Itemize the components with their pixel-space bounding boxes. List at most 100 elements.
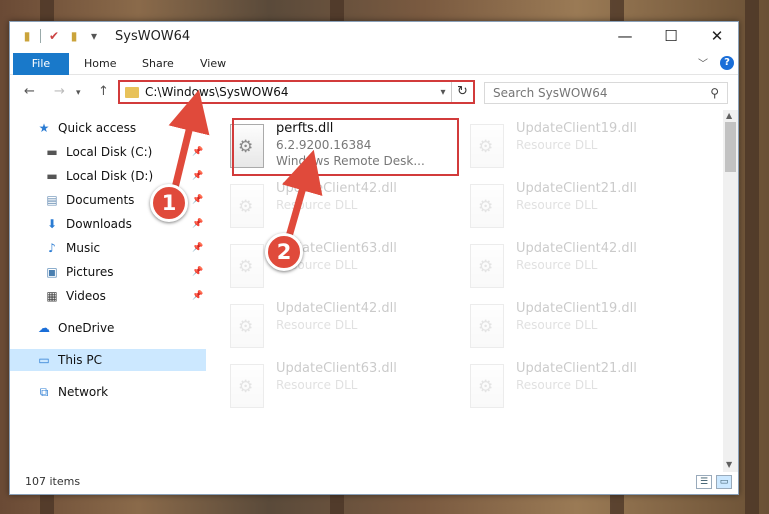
address-path[interactable]: C:\Windows\SysWOW64 bbox=[145, 85, 435, 99]
scrollbar-thumb[interactable] bbox=[725, 122, 736, 172]
file-name: UpdateClient42.dll bbox=[276, 181, 397, 196]
sidebar-item-quick-access[interactable]: ★ Quick access bbox=[10, 117, 206, 139]
music-icon: ♪ bbox=[48, 241, 56, 255]
minimize-button[interactable]: — bbox=[602, 22, 648, 50]
file-item[interactable]: UpdateClient42.dll Resource DLL bbox=[210, 178, 435, 236]
large-icons-view-icon[interactable]: ▭ bbox=[716, 475, 732, 489]
file-description: Resource DLL bbox=[516, 138, 598, 152]
tab-home[interactable]: Home bbox=[84, 53, 116, 75]
file-item[interactable]: UpdateClient21.dll Resource DLL bbox=[450, 358, 675, 416]
navigation-pane: ★ Quick access ▬ Local Disk (C:) 📌 ▬ Loc… bbox=[10, 117, 206, 472]
sidebar-item-pictures[interactable]: ▣ Pictures 📌 bbox=[10, 261, 206, 283]
details-view-icon[interactable]: ☰ bbox=[696, 475, 712, 489]
back-arrow-icon[interactable]: ← bbox=[24, 84, 35, 99]
sidebar-item-videos[interactable]: ▦ Videos 📌 bbox=[10, 285, 206, 307]
download-icon: ⬇ bbox=[46, 217, 58, 231]
file-description: Resource DLL bbox=[516, 198, 598, 212]
file-item[interactable]: UpdateClient63.dll Resource DLL bbox=[210, 238, 435, 296]
ribbon: File Home Share View ﹀ ? bbox=[10, 51, 738, 75]
ribbon-controls: ﹀ ? bbox=[698, 55, 734, 70]
sidebar-item-label: Pictures bbox=[66, 265, 114, 279]
file-description: Resource DLL bbox=[276, 318, 358, 332]
file-name: UpdateClient19.dll bbox=[516, 121, 637, 136]
sidebar-item-label: Documents bbox=[66, 193, 135, 207]
chevron-down-icon[interactable]: ▾ bbox=[435, 87, 451, 98]
file-item[interactable]: UpdateClient42.dll Resource DLL bbox=[450, 238, 675, 296]
quick-access-toolbar: ▮ ✔ ▮ ▾ bbox=[10, 29, 101, 43]
sidebar-item-this-pc[interactable]: ▭ This PC bbox=[10, 349, 206, 371]
close-button[interactable]: ✕ bbox=[694, 22, 738, 50]
properties-icon[interactable]: ✔ bbox=[47, 29, 61, 43]
expand-ribbon-icon[interactable]: ﹀ bbox=[698, 55, 708, 70]
file-item[interactable]: UpdateClient21.dll Resource DLL bbox=[450, 178, 675, 236]
recent-locations-icon[interactable]: ▾ bbox=[76, 88, 81, 98]
file-name: UpdateClient21.dll bbox=[516, 361, 637, 376]
status-bar: 107 items ☰ ▭ bbox=[10, 472, 738, 494]
dll-file-icon bbox=[470, 304, 504, 348]
network-icon: ⧉ bbox=[39, 385, 49, 399]
maximize-button[interactable]: ☐ bbox=[648, 22, 694, 50]
file-description: Resource DLL bbox=[516, 258, 598, 272]
address-bar[interactable]: C:\Windows\SysWOW64 ▾ ↻ bbox=[118, 80, 475, 104]
tab-file[interactable]: File bbox=[13, 53, 69, 75]
file-item[interactable]: UpdateClient42.dll Resource DLL bbox=[210, 298, 435, 356]
file-name: UpdateClient42.dll bbox=[276, 301, 397, 316]
sidebar-item-label: Music bbox=[66, 241, 101, 255]
new-folder-icon[interactable]: ▮ bbox=[67, 29, 81, 43]
file-name: UpdateClient42.dll bbox=[516, 241, 637, 256]
sidebar-item-label: OneDrive bbox=[58, 321, 115, 335]
sidebar-item-label: Videos bbox=[66, 289, 106, 303]
step-badge-1: 1 bbox=[150, 184, 188, 222]
sidebar-item-label: Local Disk (D:) bbox=[66, 169, 154, 183]
navigation-bar: ← → ▾ ↑ C:\Windows\SysWOW64 ▾ ↻ ⚲ bbox=[10, 77, 738, 109]
file-item[interactable]: UpdateClient19.dll Resource DLL bbox=[450, 298, 675, 356]
sidebar-item-label: Local Disk (C:) bbox=[66, 145, 153, 159]
videos-icon: ▦ bbox=[46, 289, 58, 303]
folder-icon bbox=[125, 86, 139, 98]
dll-file-icon bbox=[230, 304, 264, 348]
sidebar-item-local-disk-c[interactable]: ▬ Local Disk (C:) 📌 bbox=[10, 141, 206, 163]
up-arrow-icon[interactable]: ↑ bbox=[98, 84, 109, 99]
sidebar-item-network[interactable]: ⧉ Network bbox=[10, 381, 206, 403]
search-icon[interactable]: ⚲ bbox=[710, 86, 719, 100]
file-description: Resource DLL bbox=[516, 378, 598, 392]
folder-icon: ▮ bbox=[23, 29, 31, 43]
tab-view[interactable]: View bbox=[200, 53, 226, 75]
sidebar-item-label: This PC bbox=[58, 353, 102, 367]
file-item[interactable]: UpdateClient19.dll Resource DLL bbox=[450, 118, 675, 176]
file-description: Resource DLL bbox=[276, 198, 358, 212]
customize-toolbar-icon[interactable]: ▾ bbox=[87, 29, 101, 43]
pin-icon: 📌 bbox=[192, 291, 204, 301]
sidebar-item-local-disk-d[interactable]: ▬ Local Disk (D:) 📌 bbox=[10, 165, 206, 187]
drive-icon: ▬ bbox=[46, 145, 58, 159]
pin-icon: 📌 bbox=[192, 195, 204, 205]
sidebar-item-music[interactable]: ♪ Music 📌 bbox=[10, 237, 206, 259]
search-input[interactable] bbox=[493, 86, 693, 100]
title-bar: ▮ ✔ ▮ ▾ SysWOW64 — ☐ ✕ bbox=[10, 22, 738, 50]
search-box[interactable]: ⚲ bbox=[484, 82, 728, 104]
pin-icon: 📌 bbox=[192, 219, 204, 229]
documents-icon: ▤ bbox=[46, 193, 58, 207]
file-name: UpdateClient19.dll bbox=[516, 301, 637, 316]
file-item[interactable]: UpdateClient63.dll Resource DLL bbox=[210, 358, 435, 416]
file-name: UpdateClient21.dll bbox=[516, 181, 637, 196]
vertical-scrollbar[interactable]: ▲ ▼ bbox=[723, 110, 738, 472]
pin-icon: 📌 bbox=[192, 171, 204, 181]
pin-icon: 📌 bbox=[192, 267, 204, 277]
tab-share[interactable]: Share bbox=[142, 53, 174, 75]
window-title: SysWOW64 bbox=[115, 28, 191, 44]
pictures-icon: ▣ bbox=[46, 265, 58, 279]
sidebar-item-onedrive[interactable]: ☁ OneDrive bbox=[10, 317, 206, 339]
dll-file-icon bbox=[470, 244, 504, 288]
drive-icon: ▬ bbox=[46, 169, 58, 183]
refresh-icon[interactable]: ↻ bbox=[451, 82, 473, 102]
help-icon[interactable]: ? bbox=[720, 55, 734, 70]
pin-icon: 📌 bbox=[192, 243, 204, 253]
file-name: UpdateClient63.dll bbox=[276, 361, 397, 376]
window-controls: — ☐ ✕ bbox=[602, 22, 738, 50]
scroll-up-icon[interactable]: ▲ bbox=[726, 111, 732, 120]
scroll-down-icon[interactable]: ▼ bbox=[726, 460, 732, 469]
file-description: Resource DLL bbox=[516, 318, 598, 332]
forward-arrow-icon[interactable]: → bbox=[54, 84, 65, 99]
step-badge-2: 2 bbox=[265, 233, 303, 271]
